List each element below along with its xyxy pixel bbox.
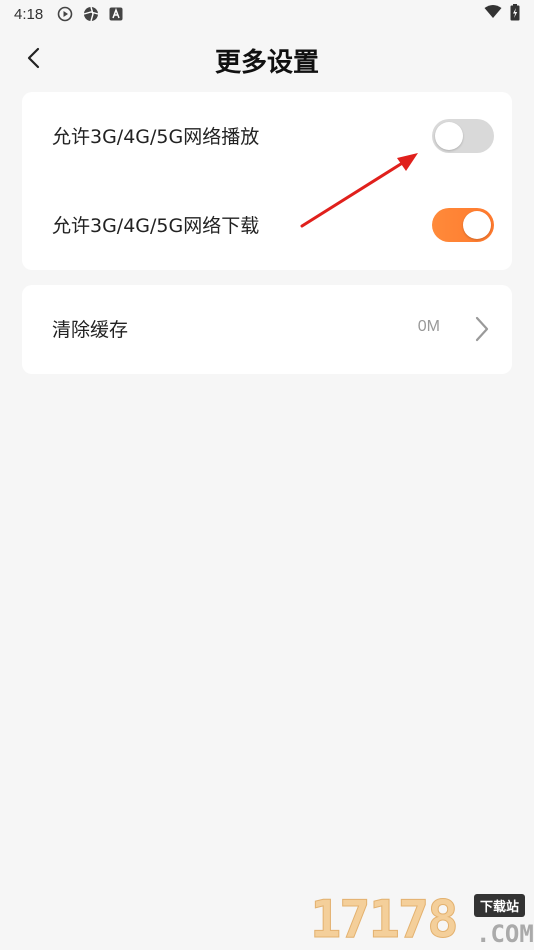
aperture-icon (83, 6, 99, 22)
play-on-mobile-toggle[interactable] (432, 119, 494, 153)
play-on-mobile-label: 允许3G/4G/5G网络播放 (52, 126, 260, 148)
network-settings-card: 允许3G/4G/5G网络播放 允许3G/4G/5G网络下载 (22, 92, 512, 270)
play-on-mobile-row: 允许3G/4G/5G网络播放 (22, 92, 512, 181)
clear-cache-label: 清除缓存 (52, 319, 129, 341)
toggle-knob (463, 211, 491, 239)
chevron-right-icon (474, 315, 490, 347)
wifi-icon (484, 5, 502, 23)
watermark-digits: 17178 (310, 890, 460, 950)
cache-size-value: 0M (417, 318, 440, 335)
play-circle-icon (57, 6, 73, 22)
watermark-logo: 17178 下载站 .COM (310, 888, 534, 950)
download-on-mobile-toggle[interactable] (432, 208, 494, 242)
watermark-domain: .COM (476, 920, 534, 948)
download-on-mobile-label: 允许3G/4G/5G网络下载 (52, 215, 260, 237)
a-box-icon (109, 7, 123, 21)
page-title: 更多设置 (214, 48, 319, 78)
header-bar: 更多设置 (0, 28, 534, 90)
status-time: 4:18 (14, 5, 44, 23)
status-bar: 4:18 (0, 0, 534, 28)
download-on-mobile-row: 允许3G/4G/5G网络下载 (22, 181, 512, 270)
toggle-knob (435, 122, 463, 150)
watermark-badge: 下载站 (474, 894, 526, 917)
battery-charging-icon (510, 3, 520, 25)
clear-cache-row[interactable]: 清除缓存 0M (22, 285, 512, 374)
